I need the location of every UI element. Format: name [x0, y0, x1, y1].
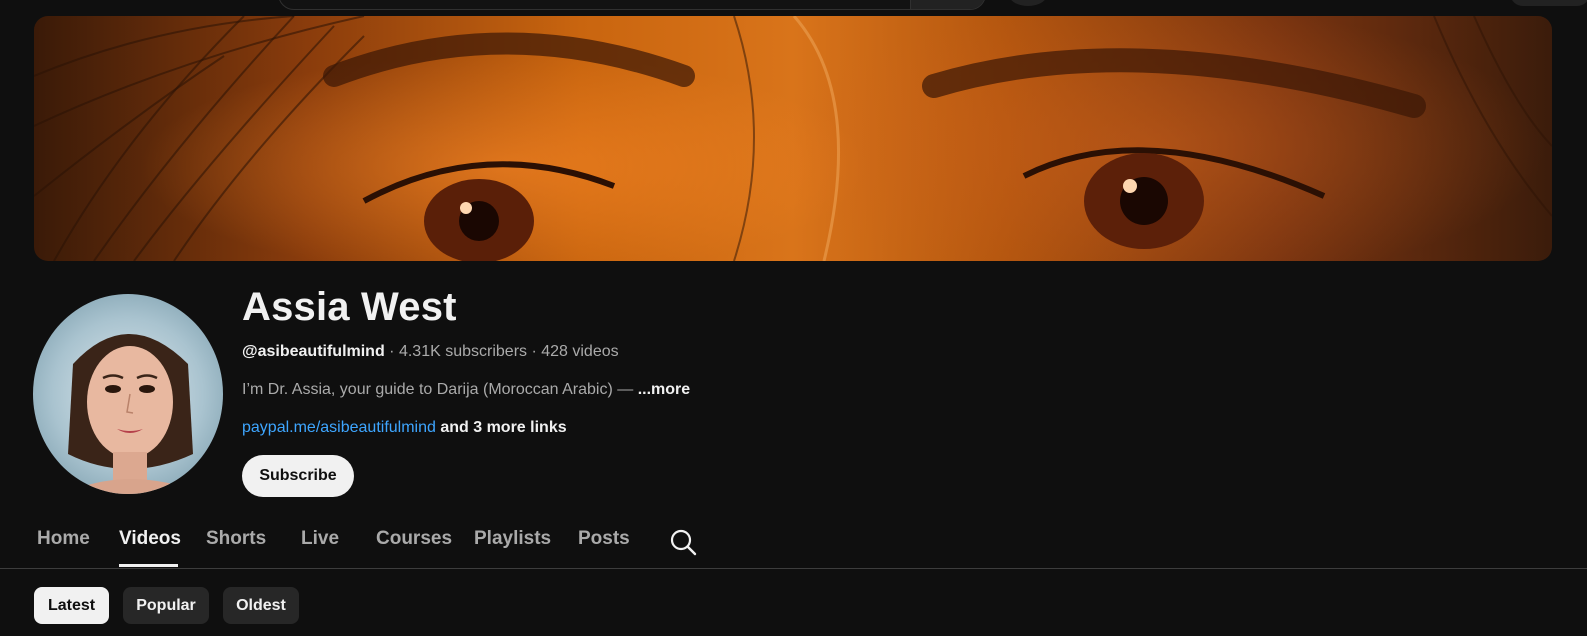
video-count: 428 videos	[541, 343, 619, 360]
banner-artwork	[34, 16, 1552, 261]
paypal-link[interactable]: paypal.me/asibeautifulmind	[242, 419, 436, 436]
channel-handle: @asibeautifulmind	[242, 343, 385, 360]
meta-separator: ·	[527, 343, 542, 360]
channel-search-button[interactable]	[669, 528, 697, 556]
tab-videos[interactable]: Videos	[119, 528, 181, 550]
search-icon	[670, 529, 697, 556]
top-bar	[0, 0, 1587, 14]
tab-shorts[interactable]: Shorts	[206, 528, 266, 550]
tab-posts[interactable]: Posts	[578, 528, 630, 550]
channel-tabs: Home Videos Shorts Live Courses Playlist…	[0, 516, 1587, 569]
tab-home[interactable]: Home	[37, 528, 90, 550]
channel-title: Assia West	[242, 285, 457, 329]
voice-search-button[interactable]	[1008, 0, 1048, 6]
filter-chip-oldest[interactable]: Oldest	[223, 587, 299, 624]
masthead-search-button[interactable]	[910, 0, 985, 9]
channel-banner	[34, 16, 1552, 261]
more-links-link[interactable]: and 3 more links	[440, 419, 566, 436]
channel-links: paypal.me/asibeautifulmind and 3 more li…	[242, 419, 567, 437]
filter-chip-latest[interactable]: Latest	[34, 587, 109, 624]
description-text: I’m Dr. Assia, your guide to Darija (Mor…	[242, 381, 638, 398]
masthead-search-box[interactable]	[278, 0, 986, 10]
tab-live[interactable]: Live	[301, 528, 339, 550]
subscriber-count: 4.31K subscribers	[398, 343, 528, 360]
subscribe-button[interactable]: Subscribe	[242, 455, 354, 497]
channel-description[interactable]: I’m Dr. Assia, your guide to Darija (Mor…	[242, 381, 690, 399]
active-tab-indicator	[119, 564, 178, 567]
tab-playlists[interactable]: Playlists	[474, 528, 551, 550]
channel-avatar[interactable]	[33, 294, 223, 494]
meta-separator: ·	[384, 343, 399, 360]
filter-chip-popular[interactable]: Popular	[123, 587, 209, 624]
avatar-portrait	[63, 334, 203, 494]
tab-courses[interactable]: Courses	[376, 528, 452, 550]
channel-meta: @asibeautifulmind · 4.31K subscribers · …	[242, 343, 619, 361]
description-more-link[interactable]: ...more	[638, 381, 690, 398]
masthead-right-button[interactable]	[1510, 0, 1587, 6]
